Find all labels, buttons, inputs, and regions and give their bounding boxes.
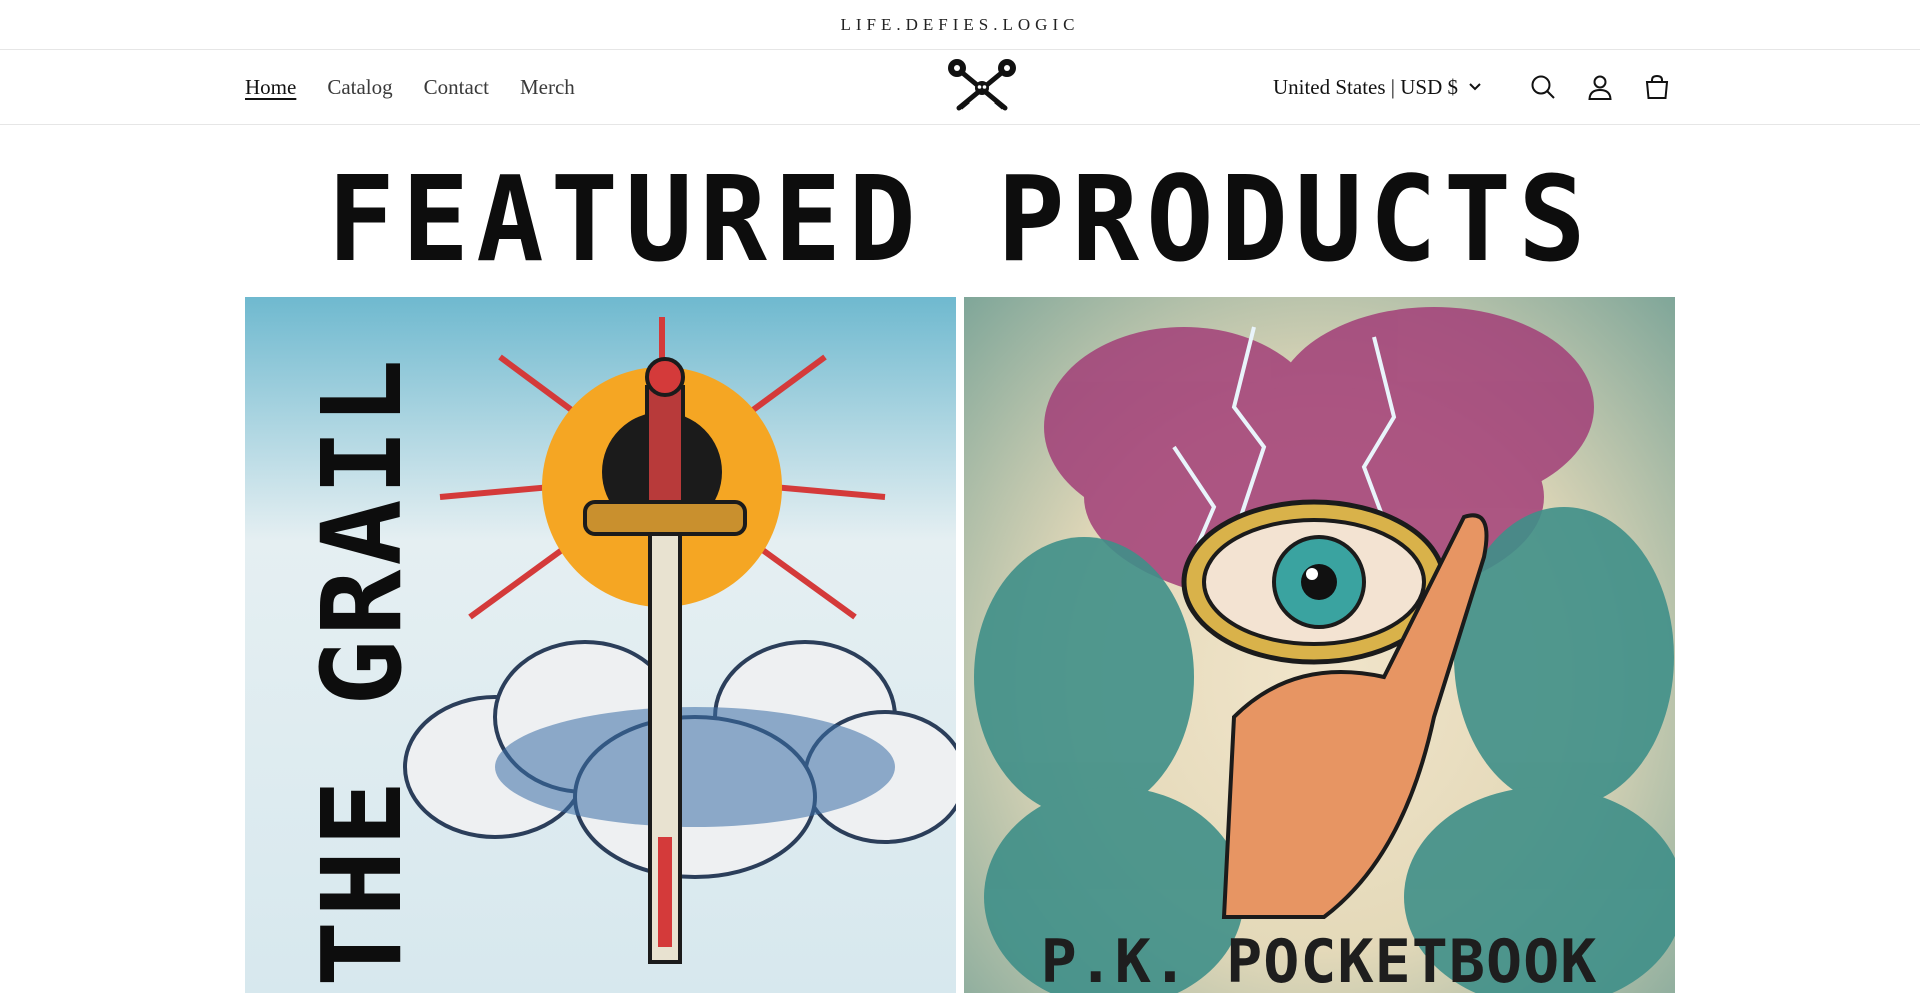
site-header: Home Catalog Contact Merch United States… bbox=[0, 50, 1920, 125]
sword-sun-clouds-artwork: THE GRAIL bbox=[298, 317, 956, 987]
crossed-keys-skull-logo-icon bbox=[948, 59, 1016, 111]
nav-item-contact[interactable]: Contact bbox=[424, 75, 489, 100]
nav-item-catalog[interactable]: Catalog bbox=[327, 75, 392, 100]
account-icon bbox=[1588, 75, 1612, 100]
search-icon bbox=[1531, 75, 1555, 99]
country-currency-label: United States | USD $ bbox=[1272, 74, 1458, 99]
announcement-bar: LIFE.DEFIES.LOGIC bbox=[0, 0, 1920, 50]
search-button[interactable] bbox=[1525, 69, 1561, 105]
product-card-the-grail[interactable]: THE GRAIL bbox=[245, 297, 956, 993]
pk-pocketbook-art-text: P.K. POCKETBOOK bbox=[1041, 927, 1598, 993]
cart-button[interactable] bbox=[1639, 69, 1675, 105]
featured-products-title: FEATURED PRODUCTS bbox=[327, 151, 1593, 289]
country-currency-selector[interactable]: United States | USD $ bbox=[1273, 75, 1482, 100]
account-button[interactable] bbox=[1582, 69, 1618, 105]
nav-item-home[interactable]: Home bbox=[245, 75, 296, 100]
eye-hand-storm-artwork: P.K. POCKETBOOK bbox=[974, 307, 1675, 993]
cart-icon bbox=[1645, 74, 1669, 99]
nav-item-merch[interactable]: Merch bbox=[520, 75, 575, 100]
header-actions: United States | USD $ bbox=[1273, 50, 1675, 124]
product-card-pk-pocketbook[interactable]: P.K. POCKETBOOK bbox=[964, 297, 1675, 993]
the-grail-art-text: THE GRAIL bbox=[298, 355, 426, 987]
site-logo[interactable] bbox=[945, 58, 1019, 116]
featured-products-banner: FEATURED PRODUCTS bbox=[245, 150, 1675, 290]
announcement-text: LIFE.DEFIES.LOGIC bbox=[840, 14, 1080, 34]
chevron-down-icon bbox=[1469, 83, 1481, 91]
main-nav: Home Catalog Contact Merch bbox=[245, 50, 575, 124]
